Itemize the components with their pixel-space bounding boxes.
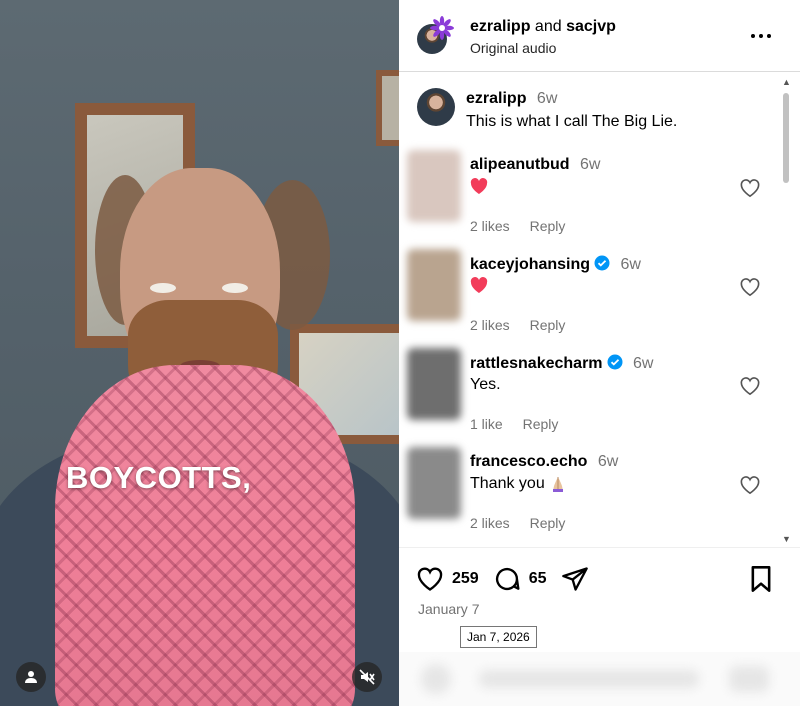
video-caption-text: BOYCOTTS, (66, 460, 252, 495)
verified-badge-icon (607, 354, 623, 370)
comment-meta: 1 like Reply (470, 416, 574, 432)
like-button[interactable]: 259 (416, 566, 493, 592)
reply-button[interactable]: Reply (523, 416, 559, 432)
post-panel: ezralipp and sacjvp Original audio ezral… (399, 0, 800, 706)
reply-button[interactable]: Reply (530, 317, 566, 333)
comment-username[interactable]: francesco.echo (470, 453, 587, 470)
comment-meta: 2 likes Reply (470, 515, 581, 531)
comment-likes[interactable]: 2 likes (470, 515, 510, 531)
scrollbar-thumb[interactable] (783, 93, 789, 183)
reply-button[interactable]: Reply (530, 515, 566, 531)
post-caption: ezralipp 6w This is what I call The Big … (417, 88, 777, 130)
comment-likes[interactable]: 2 likes (470, 218, 510, 234)
blurred-post-button (729, 666, 769, 692)
author-username-link[interactable]: ezralipp (470, 18, 530, 35)
comment-text: Yes. (470, 376, 501, 393)
comment-age[interactable]: 6w (580, 156, 600, 173)
post-header: ezralipp and sacjvp Original audio (399, 0, 800, 72)
person-eye (150, 283, 176, 293)
caption-text: This is what I call The Big Lie. (466, 113, 678, 130)
and-text: and (534, 18, 562, 35)
blurred-avatar (421, 664, 451, 694)
comment-meta: 2 likes Reply (470, 218, 581, 234)
heart-emoji-icon (470, 277, 488, 294)
caption-age[interactable]: 6w (537, 90, 557, 107)
post-authors: ezralipp and sacjvp (470, 18, 616, 36)
comment-text (470, 277, 488, 295)
wall-picture-frame (376, 70, 399, 146)
comment-likes[interactable]: 2 likes (470, 317, 510, 333)
author-avatar[interactable] (417, 88, 455, 126)
commenter-avatar[interactable] (407, 249, 461, 321)
person-eye (222, 283, 248, 293)
comment-age[interactable]: 6w (633, 355, 653, 372)
comment-count[interactable]: 65 (529, 570, 547, 588)
ellipsis-icon[interactable] (749, 28, 773, 44)
share-button[interactable] (561, 566, 589, 592)
comments-list[interactable]: ezralipp 6w This is what I call The Big … (399, 73, 800, 547)
praying-hands-emoji-icon (553, 477, 564, 492)
tagged-users-button[interactable] (16, 662, 46, 692)
comment-username[interactable]: alipeanutbud (470, 156, 570, 173)
scroll-down-arrow-icon[interactable]: ▼ (782, 534, 791, 544)
paper-plane-icon (561, 567, 588, 591)
speaker-muted-icon (359, 669, 375, 685)
collaborator-badge-icon (430, 16, 454, 40)
blurred-input (479, 670, 699, 688)
reply-button[interactable]: Reply (530, 218, 566, 234)
collaborator-username-link[interactable]: sacjvp (566, 18, 616, 35)
person-scarf (55, 365, 355, 706)
audio-link[interactable]: Original audio (470, 40, 556, 56)
heart-outline-icon[interactable] (739, 277, 761, 297)
comment-button[interactable]: 65 (493, 565, 561, 593)
commenter-avatar[interactable] (407, 348, 461, 420)
comment-username[interactable]: rattlesnakecharm (470, 355, 603, 372)
commenter-avatar[interactable] (407, 150, 461, 222)
divider (399, 547, 800, 548)
add-comment-area[interactable] (399, 652, 800, 706)
like-count[interactable]: 259 (452, 570, 479, 588)
verified-badge-icon (594, 255, 610, 271)
heart-emoji-icon (470, 178, 488, 195)
heart-outline-icon (417, 567, 443, 591)
comment-meta: 2 likes Reply (470, 317, 581, 333)
mute-button[interactable] (352, 662, 382, 692)
comment-item: kaceyjohansing 6w 2 likes Reply (407, 249, 779, 341)
comment-age[interactable]: 6w (598, 453, 618, 470)
comment-text-content: Thank you (470, 475, 545, 493)
heart-outline-icon[interactable] (739, 178, 761, 198)
comment-item: francesco.echo 6w Thank you 2 likes Repl… (407, 447, 779, 539)
comment-item: alipeanutbud 6w 2 likes Reply (407, 150, 779, 242)
heart-outline-icon[interactable] (739, 475, 761, 495)
heart-outline-icon[interactable] (739, 376, 761, 396)
comments-scrollbar[interactable]: ▲ ▼ (780, 73, 792, 547)
commenter-avatar[interactable] (407, 447, 461, 519)
video-player[interactable]: BOYCOTTS, (0, 0, 399, 706)
scroll-up-arrow-icon[interactable]: ▲ (782, 77, 791, 87)
comment-username[interactable]: kaceyjohansing (470, 256, 590, 273)
comment-item: rattlesnakecharm 6w Yes. 1 like Reply (407, 348, 779, 440)
comment-text: Thank you (470, 475, 567, 493)
comment-age[interactable]: 6w (621, 256, 641, 273)
date-tooltip: Jan 7, 2026 (460, 626, 537, 648)
person-icon (25, 671, 37, 683)
post-actions: 259 65 (416, 563, 589, 595)
speech-bubble-icon (495, 568, 520, 591)
comment-text (470, 178, 488, 196)
comment-likes[interactable]: 1 like (470, 416, 503, 432)
post-date[interactable]: January 7 (418, 601, 479, 617)
bookmark-icon[interactable] (748, 565, 774, 593)
caption-username[interactable]: ezralipp (466, 90, 526, 107)
